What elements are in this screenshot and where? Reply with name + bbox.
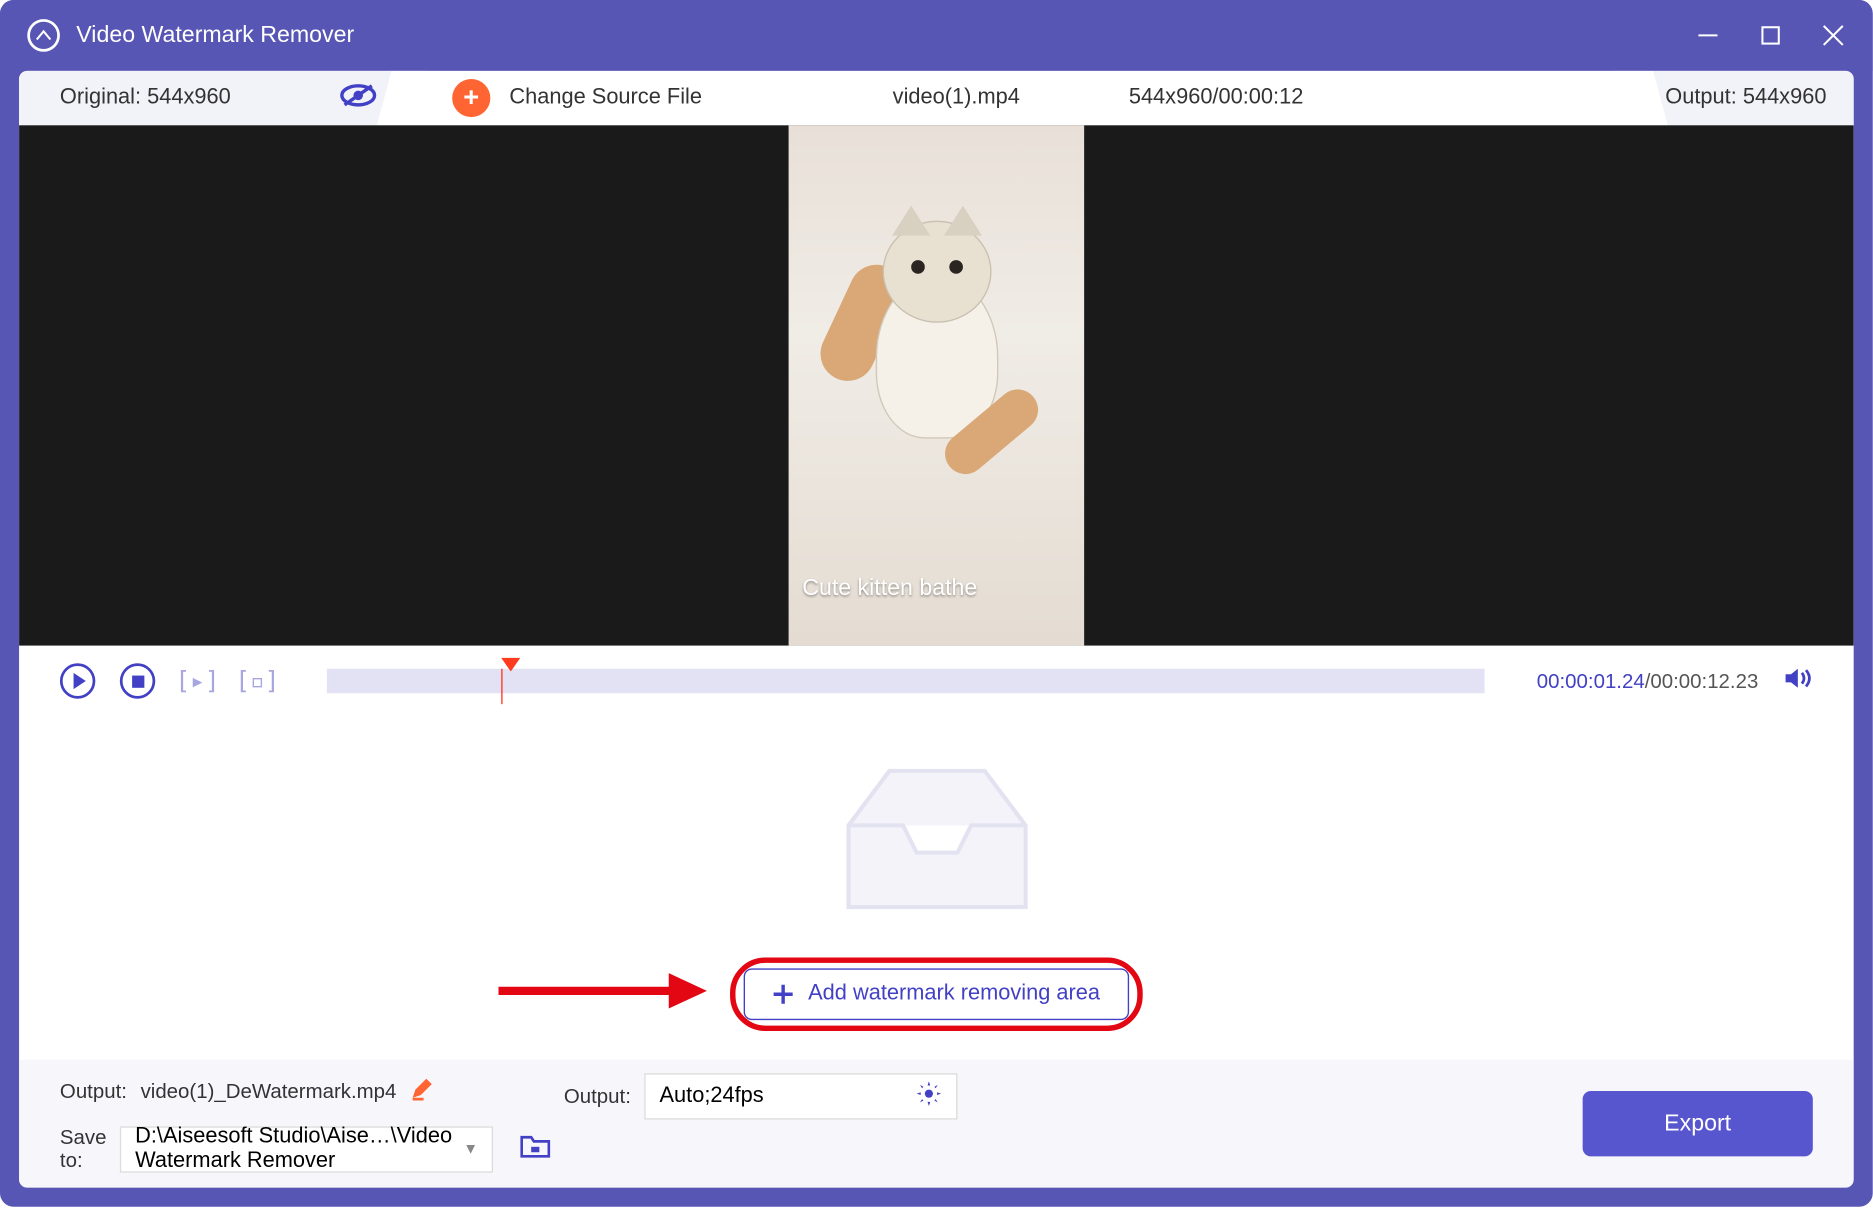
mark-in-button[interactable]: [▸] (180, 663, 215, 698)
source-filename: video(1).mp4 (893, 86, 1020, 111)
mark-out-button[interactable]: [▫] (240, 663, 275, 698)
video-preview[interactable]: Cute kitten bathe (19, 125, 1854, 645)
content-area: Original: 544x960 + Change Source File v… (19, 71, 1854, 1188)
stop-button[interactable] (120, 663, 155, 698)
timeline-slider[interactable] (327, 669, 1485, 694)
time-display: 00:00:01.24/00:00:12.23 (1537, 669, 1759, 692)
output-filename-label: Output: (60, 1079, 127, 1102)
info-topbar: Original: 544x960 + Change Source File v… (19, 71, 1854, 125)
plus-icon (773, 983, 795, 1005)
output-dimensions-label: Output: 544x960 (1665, 86, 1826, 111)
empty-inbox-icon (821, 757, 1053, 927)
volume-icon[interactable] (1783, 664, 1813, 698)
playback-controls: [▸] [▫] 00:00:01.24/00:00:12.23 (19, 646, 1854, 717)
output-panel: Output: video(1)_DeWatermark.mp4 Save to… (19, 1060, 1854, 1188)
source-dimensions-duration: 544x960/00:00:12 (1129, 86, 1304, 111)
output-filename-value: video(1)_DeWatermark.mp4 (141, 1079, 397, 1102)
total-time: /00:00:12.23 (1645, 669, 1759, 692)
save-path-dropdown[interactable]: D:\Aiseesoft Studio\Aise…\Video Watermar… (120, 1126, 493, 1172)
video-frame: Cute kitten bathe (789, 125, 1085, 645)
video-watermark-caption: Cute kitten bathe (802, 575, 977, 602)
output-settings-label: Output: (564, 1085, 631, 1108)
app-icon (27, 19, 60, 52)
watermark-areas-panel: Add watermark removing area (19, 716, 1854, 1059)
edit-filename-icon[interactable] (410, 1075, 435, 1106)
output-settings-dropdown[interactable]: Auto;24fps (645, 1073, 958, 1119)
add-watermark-area-label: Add watermark removing area (808, 981, 1100, 1006)
app-title: Video Watermark Remover (76, 22, 1695, 49)
chevron-down-icon: ▼ (463, 1141, 478, 1157)
add-watermark-area-button[interactable]: Add watermark removing area (744, 968, 1129, 1020)
current-time: 00:00:01.24 (1537, 669, 1645, 692)
save-path-value: D:\Aiseesoft Studio\Aise…\Video Watermar… (135, 1124, 463, 1173)
toggle-preview-icon[interactable] (340, 81, 378, 115)
close-button[interactable] (1821, 23, 1846, 48)
annotation-arrow-icon (492, 970, 710, 1018)
open-folder-icon[interactable] (520, 1133, 550, 1164)
gear-icon[interactable] (916, 1079, 943, 1113)
maximize-button[interactable] (1758, 23, 1783, 48)
play-button[interactable] (60, 663, 95, 698)
change-source-button[interactable]: Change Source File (509, 86, 702, 111)
minimize-button[interactable] (1696, 23, 1721, 48)
titlebar: Video Watermark Remover (0, 0, 1873, 71)
export-button[interactable]: Export (1582, 1091, 1812, 1156)
add-source-icon[interactable]: + (452, 79, 490, 117)
app-window: Video Watermark Remover Original: 544x96… (0, 0, 1873, 1207)
original-dimensions-label: Original: 544x960 (60, 86, 231, 111)
save-to-label: Save to: (60, 1126, 107, 1172)
output-settings-value: Auto;24fps (659, 1084, 763, 1109)
